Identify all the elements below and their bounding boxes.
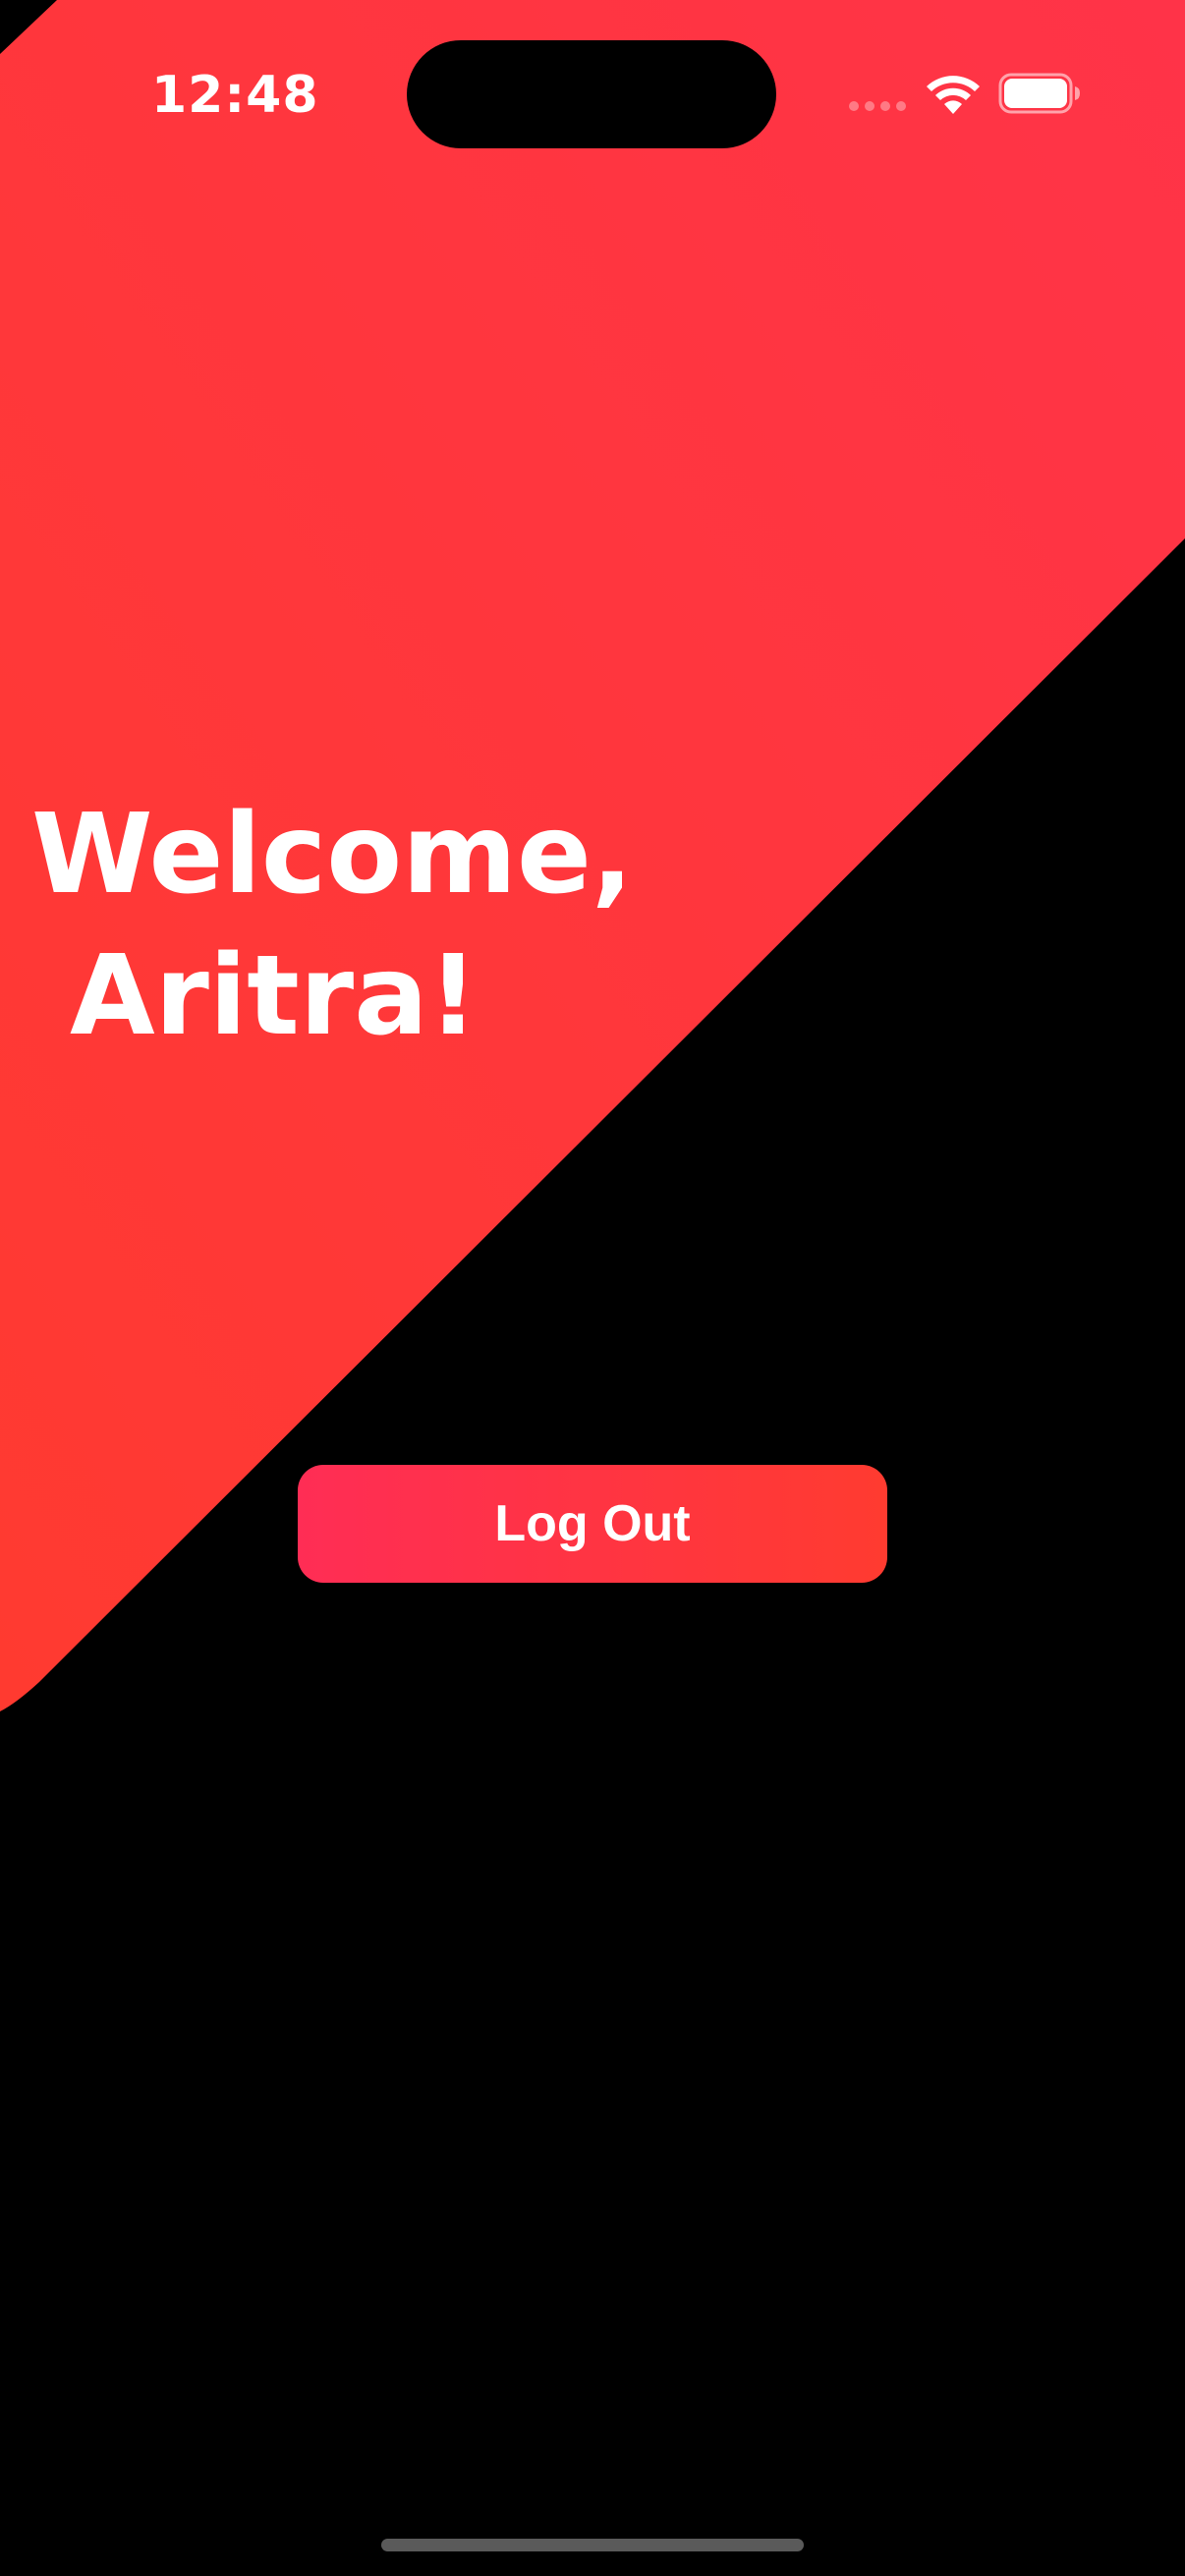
welcome-heading: Welcome, Aritra! [31, 791, 634, 1060]
background-diagonal-shape [0, 0, 1185, 1711]
dynamic-island [407, 40, 776, 148]
home-indicator[interactable] [381, 2539, 804, 2551]
battery-icon [998, 73, 1080, 114]
welcome-screen: 12:48 Welcome, Aritra! Log Out [0, 0, 1185, 2576]
cellular-dots-icon [849, 101, 908, 113]
wifi-icon [927, 76, 980, 114]
status-bar-time: 12:48 [151, 66, 319, 125]
log-out-button[interactable]: Log Out [298, 1465, 887, 1583]
